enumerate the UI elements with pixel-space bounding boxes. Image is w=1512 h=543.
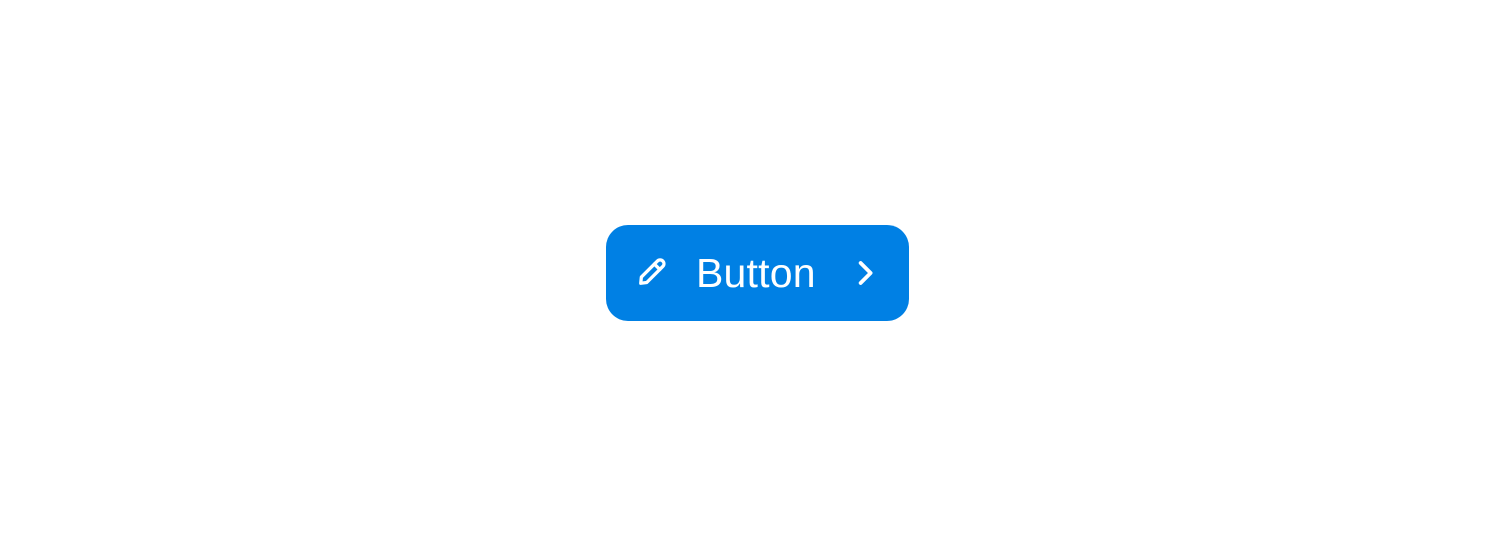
- button-label: Button: [696, 250, 816, 296]
- pencil-icon: [639, 258, 666, 285]
- primary-button[interactable]: Button: [606, 225, 909, 321]
- page-canvas: Button: [0, 0, 1512, 543]
- chevron-right-icon: [858, 261, 873, 285]
